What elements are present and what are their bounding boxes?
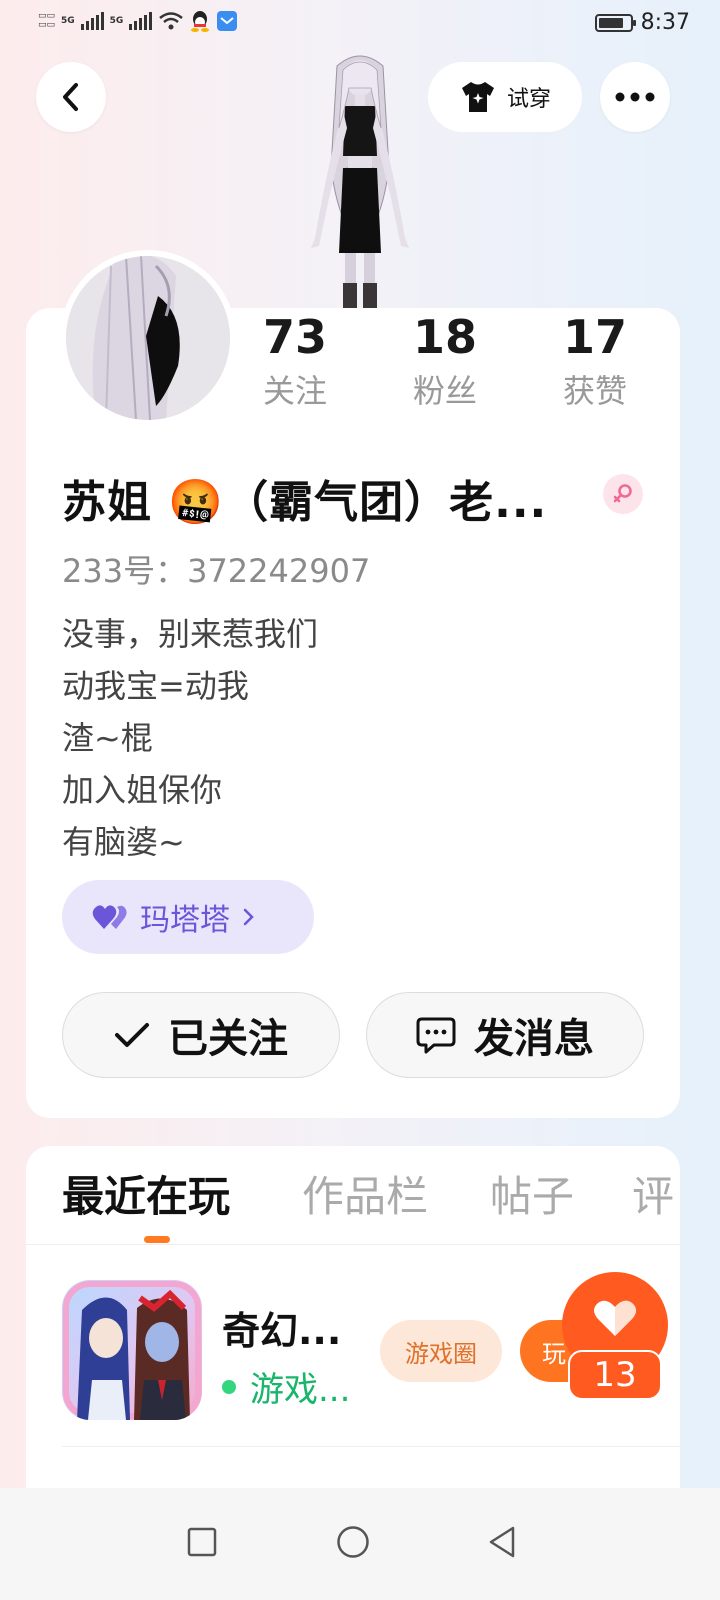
bio-line: 加入姐保你 [62, 771, 223, 809]
game-status-text: 游戏... [250, 1370, 351, 1410]
chat-bubble-icon [416, 1017, 456, 1054]
triangle-back-icon [489, 1526, 515, 1558]
stat-likes[interactable]: 17 获赞 [530, 308, 660, 416]
tab-posts[interactable]: 帖子 [490, 1168, 574, 1226]
square-icon [187, 1527, 217, 1557]
bio-line: 有脑婆~ [62, 823, 185, 861]
row-divider [62, 1446, 680, 1447]
user-name: 苏姐 🤬（霸气团）老... [62, 477, 548, 528]
hd-indicator: ▭▭ ▭▭ [38, 11, 56, 30]
battery-icon [594, 13, 636, 32]
heart-group-icon [92, 905, 127, 929]
game-icon[interactable] [62, 1280, 202, 1420]
tab-reviews[interactable]: 评 [632, 1168, 680, 1226]
tshirt-icon [461, 82, 494, 112]
followed-button[interactable]: 已关注 [62, 992, 340, 1078]
message-label: 发消息 [474, 1016, 594, 1062]
following-label: 关注 [262, 372, 327, 410]
mail-app-icon [217, 11, 238, 31]
bio-line: 动我宝=动我 [62, 667, 249, 705]
bio-line: 渣~棍 [62, 719, 153, 757]
game-art-image [63, 1281, 201, 1420]
likes-count: 17 [562, 310, 627, 364]
stat-following[interactable]: 73 关注 [230, 308, 360, 416]
tab-indicator [144, 1236, 170, 1243]
status-left: ▭▭ ▭▭ 5G 5G [38, 10, 238, 32]
signal-icon-2 [129, 12, 153, 30]
status-bar: ▭▭ ▭▭ 5G 5G 8:37 [0, 0, 720, 48]
signal-icon [80, 12, 104, 30]
qq-icon [191, 11, 210, 32]
name-row: 苏姐 🤬（霸气团）老... [62, 466, 547, 530]
more-dots-icon [615, 92, 655, 102]
back-nav-button[interactable] [472, 1512, 532, 1572]
message-button[interactable]: 发消息 [366, 992, 644, 1078]
female-icon [603, 474, 643, 514]
fans-label: 粉丝 [412, 372, 477, 410]
fans-count: 18 [412, 310, 477, 364]
game-title[interactable]: 奇幻... [222, 1300, 341, 1355]
chevron-right-icon [243, 908, 254, 926]
tab-recently-played[interactable]: 最近在玩 [62, 1168, 230, 1226]
avatar-image [66, 256, 230, 420]
online-dot [222, 1379, 236, 1394]
bio-line: 没事，别来惹我们 [62, 615, 319, 653]
bio: 没事，别来惹我们 动我宝=动我 渣~棍 加入姐保你 有脑婆~ [62, 608, 318, 868]
try-on-label: 试穿 [506, 87, 551, 112]
home-button[interactable] [323, 1512, 383, 1572]
clock: 8:37 [640, 10, 690, 35]
user-id: 233号：372242907 [62, 552, 371, 590]
chevron-left-icon [63, 83, 78, 111]
following-count: 73 [262, 310, 327, 364]
like-count: 13 [568, 1350, 662, 1400]
wifi-icon [159, 12, 184, 30]
game-circle-button[interactable]: 游戏圈 [380, 1320, 502, 1382]
back-button[interactable] [36, 62, 106, 132]
likes-label: 获赞 [562, 372, 627, 410]
tab-works[interactable]: 作品栏 [302, 1168, 428, 1226]
avatar[interactable] [60, 250, 236, 426]
stat-fans[interactable]: 18 粉丝 [380, 308, 510, 416]
game-status: 游戏... [222, 1362, 350, 1411]
system-nav-bar [0, 1488, 720, 1600]
group-label: 玛塔塔 [140, 903, 230, 938]
network-type-1: 5G [61, 15, 75, 26]
heart-icon [594, 1300, 636, 1336]
tab-divider [26, 1244, 680, 1245]
check-icon [115, 1023, 149, 1047]
followed-label: 已关注 [168, 1016, 288, 1062]
status-right: 8:37 [594, 10, 690, 35]
recent-apps-button[interactable] [172, 1512, 232, 1572]
network-type-2: 5G [109, 15, 124, 26]
circle-icon [337, 1526, 369, 1558]
more-button[interactable] [600, 62, 670, 132]
avatar-figure[interactable] [285, 48, 435, 310]
group-chip[interactable]: 玛塔塔 [62, 880, 314, 954]
try-on-button[interactable]: 试穿 [428, 62, 582, 132]
